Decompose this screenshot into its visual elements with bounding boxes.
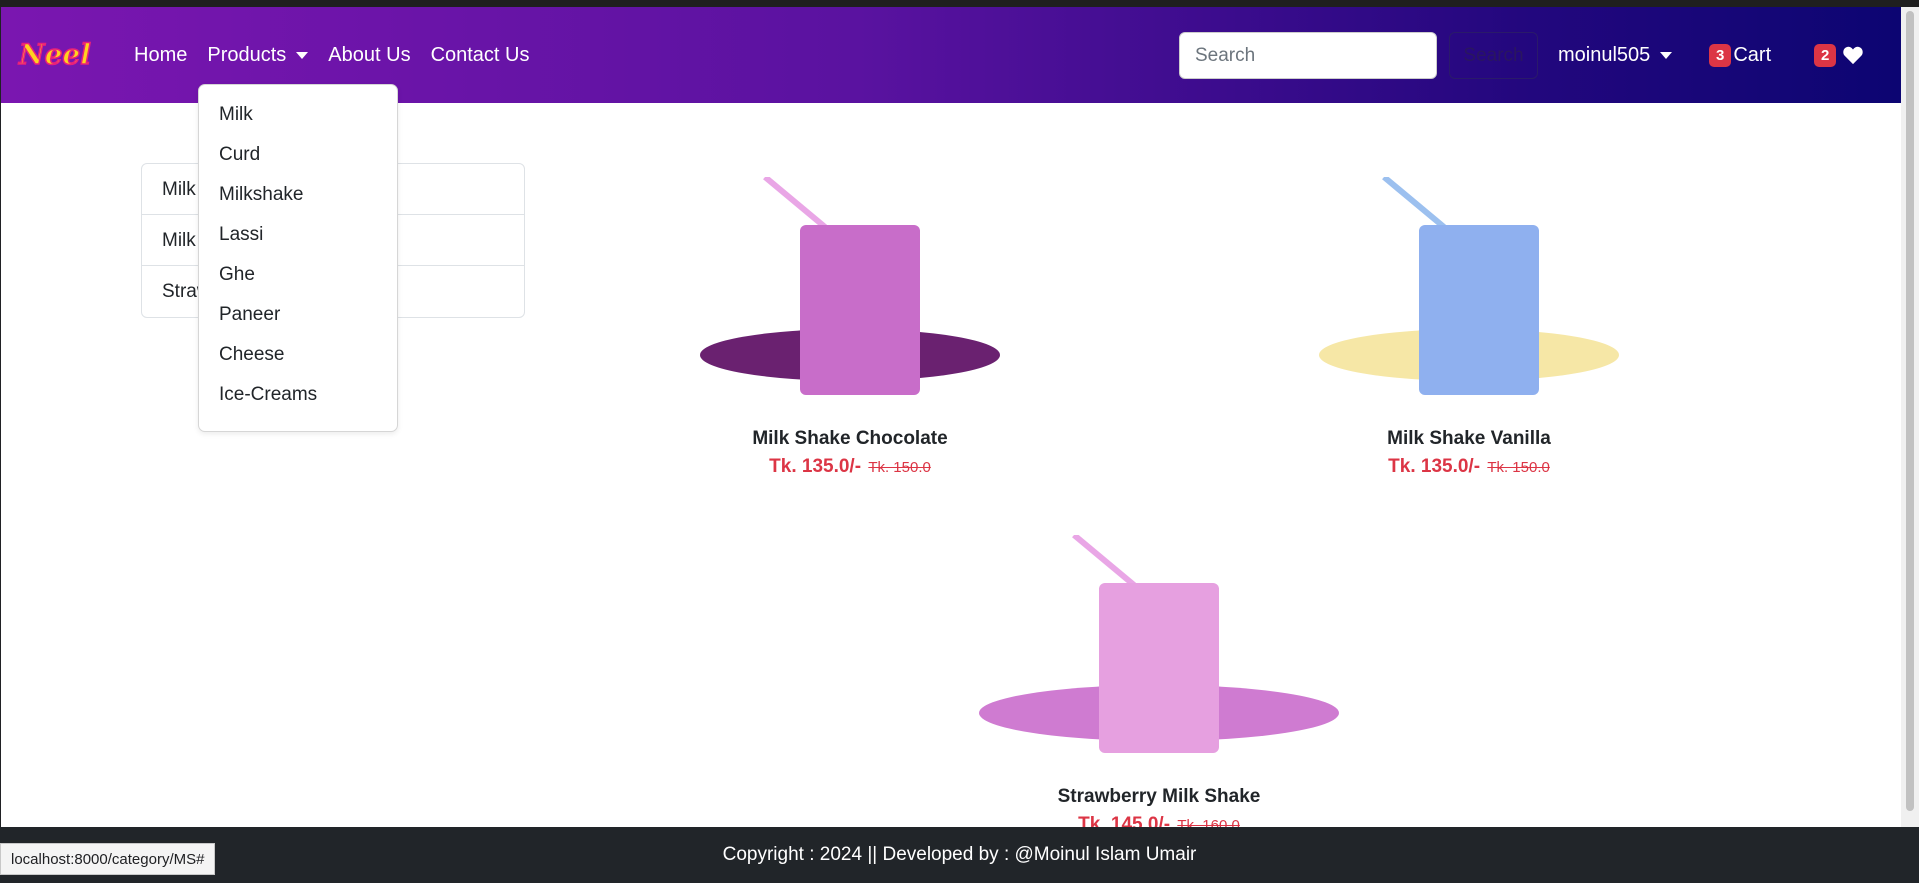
old-price: Tk. 160.0 <box>1177 817 1240 827</box>
window-top-strip <box>0 0 1919 7</box>
brand-logo[interactable]: Neel <box>17 37 103 73</box>
status-bar-url: localhost:8000/category/MS# <box>0 843 216 875</box>
wishlist-count-badge: 2 <box>1814 43 1837 67</box>
dropdown-item-cheese[interactable]: Cheese <box>199 335 397 375</box>
old-price: Tk. 150.0 <box>868 459 931 476</box>
product-image <box>979 532 1339 753</box>
search-button[interactable]: Search <box>1449 32 1538 79</box>
cart-link[interactable]: 3 Cart <box>1709 7 1771 103</box>
nav-home-link[interactable]: Home <box>134 44 187 67</box>
product-price: Tk. 135.0/- Tk. 150.0 <box>1279 456 1659 478</box>
product-card[interactable]: Milk Shake Chocolate Tk. 135.0/- Tk. 150… <box>660 174 1040 478</box>
dropdown-item-milkshake[interactable]: Milkshake <box>199 175 397 215</box>
product-card[interactable]: Milk Shake Vanilla Tk. 135.0/- Tk. 150.0 <box>1279 174 1659 478</box>
product-name[interactable]: Milk Shake Chocolate <box>660 428 1040 450</box>
dropdown-item-ice-creams[interactable]: Ice-Creams <box>199 375 397 415</box>
caret-down-icon <box>296 51 309 59</box>
product-image <box>1319 174 1619 395</box>
dropdown-item-paneer[interactable]: Paneer <box>199 295 397 335</box>
current-price: Tk. 145.0/- <box>1078 814 1171 827</box>
product-image <box>700 174 1000 395</box>
cart-count-badge: 3 <box>1709 43 1732 67</box>
footer: Copyright : 2024 || Developed by : @Moin… <box>0 827 1919 883</box>
old-price: Tk. 150.0 <box>1487 459 1550 476</box>
nav-products-label: Products <box>207 43 287 66</box>
product-card[interactable]: Strawberry Milk Shake Tk. 145.0/- Tk. 16… <box>969 532 1349 827</box>
product-price: Tk. 135.0/- Tk. 150.0 <box>660 456 1040 478</box>
products-dropdown-menu: Milk Curd Milkshake Lassi Ghe Paneer Che… <box>198 84 398 432</box>
page: Neel Home Products About Us Contact Us S… <box>1 7 1901 827</box>
product-price: Tk. 145.0/- Tk. 160.0 <box>969 814 1349 827</box>
nav-about-link[interactable]: About Us <box>328 44 410 67</box>
caret-down-icon <box>1660 51 1673 59</box>
username: moinul505 <box>1558 43 1651 66</box>
product-name[interactable]: Strawberry Milk Shake <box>969 786 1349 808</box>
product-name[interactable]: Milk Shake Vanilla <box>1279 428 1659 450</box>
dropdown-item-curd[interactable]: Curd <box>199 135 397 175</box>
nav-products-dropdown[interactable]: Products <box>207 43 309 67</box>
svg-text:Neel: Neel <box>18 38 91 71</box>
user-menu[interactable]: moinul505 <box>1558 7 1673 103</box>
neel-logo-icon: Neel <box>17 37 91 72</box>
nav-contact-link[interactable]: Contact Us <box>431 44 530 67</box>
vertical-scrollbar[interactable] <box>1901 7 1919 827</box>
current-price: Tk. 135.0/- <box>769 456 862 477</box>
current-price: Tk. 135.0/- <box>1388 456 1481 477</box>
heart-icon <box>1843 46 1864 65</box>
dropdown-item-lassi[interactable]: Lassi <box>199 215 397 255</box>
search-input[interactable] <box>1179 32 1437 79</box>
scroll-thumb[interactable] <box>1906 11 1914 811</box>
dropdown-item-milk[interactable]: Milk <box>199 95 397 135</box>
cart-label: Cart <box>1733 43 1772 66</box>
footer-text: Copyright : 2024 || Developed by : @Moin… <box>722 844 1197 865</box>
dropdown-item-ghe[interactable]: Ghe <box>199 255 397 295</box>
wishlist-link[interactable]: 2 <box>1814 7 1864 103</box>
